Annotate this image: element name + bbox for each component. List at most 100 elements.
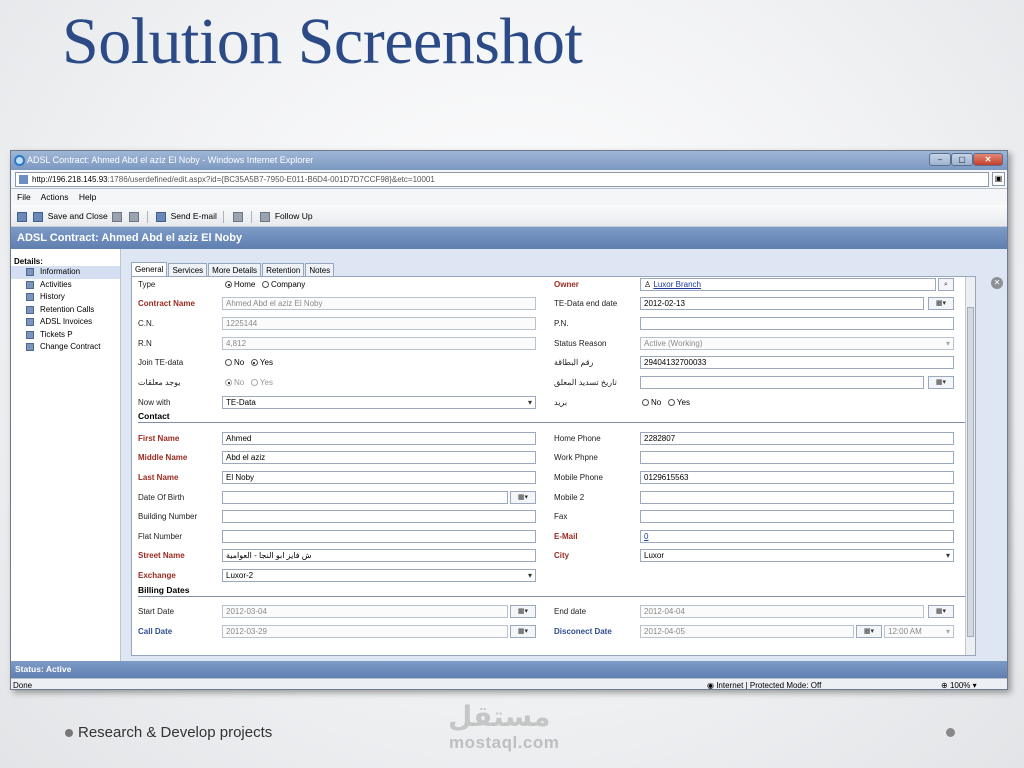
join-yes-radio[interactable] xyxy=(250,359,258,366)
follow-up-icon xyxy=(260,211,271,222)
call-date-field[interactable]: 2012-03-29 xyxy=(222,625,508,638)
home-phone-field[interactable]: 2282807 xyxy=(640,432,954,445)
calendar-icon[interactable]: ▦▾ xyxy=(928,376,954,389)
tab-general[interactable]: General xyxy=(131,262,168,277)
save-and-close-button[interactable]: Save and Close xyxy=(48,211,108,221)
information-icon xyxy=(26,268,34,276)
join-no-label: No xyxy=(234,358,245,367)
email-field[interactable]: 0 xyxy=(640,530,954,543)
close-button[interactable]: ✕ xyxy=(973,153,1003,166)
building-number-field[interactable] xyxy=(222,510,536,523)
sidebar-item-information[interactable]: Information xyxy=(11,266,120,279)
type-radio-group: Home Company xyxy=(225,280,305,289)
compatibility-view-icon[interactable]: ▣ xyxy=(992,172,1005,186)
te-data-end-date-field[interactable]: 2012-02-13 xyxy=(640,297,924,310)
arrears-yes-radio[interactable] xyxy=(250,379,258,386)
mail-yes-radio[interactable] xyxy=(667,399,675,406)
internet-explorer-icon xyxy=(14,155,25,166)
arrears-no-radio[interactable] xyxy=(225,379,232,386)
last-name-field[interactable]: El Noby xyxy=(222,471,536,484)
exchange-select[interactable]: Luxor-2 xyxy=(222,569,536,582)
save-icon[interactable] xyxy=(17,211,27,222)
cn-field[interactable]: 1225144 xyxy=(222,317,536,330)
print-icon[interactable] xyxy=(128,211,139,222)
page-icon xyxy=(19,175,28,184)
payment-date-field[interactable] xyxy=(640,376,924,389)
mobile-phone-field[interactable]: 0129615563 xyxy=(640,471,954,484)
tab-strip: General Services More Details Retention Note… xyxy=(131,262,335,277)
disconnect-time-select[interactable]: 12:00 AM xyxy=(884,625,954,638)
scrollbar-thumb[interactable] xyxy=(967,307,974,637)
send-email-icon xyxy=(156,211,167,222)
tab-services[interactable]: Services xyxy=(168,263,208,277)
tab-more-details[interactable]: More Details xyxy=(208,263,262,277)
end-date-field[interactable]: 2012-04-04 xyxy=(640,605,924,618)
date-of-birth-field[interactable] xyxy=(222,491,508,504)
type-home-radio[interactable] xyxy=(225,281,232,288)
first-name-field[interactable]: Ahmed xyxy=(222,432,536,445)
join-no-radio[interactable] xyxy=(225,359,232,366)
tab-retention[interactable]: Retention xyxy=(262,263,305,277)
disconnect-date-field[interactable]: 2012-04-05 xyxy=(640,625,854,638)
vertical-scrollbar[interactable] xyxy=(965,277,975,655)
mobile-2-field[interactable] xyxy=(640,491,954,504)
close-form-icon[interactable]: ✕ xyxy=(991,277,1003,289)
middle-name-field[interactable]: Abd el aziz xyxy=(222,451,536,464)
menu-file[interactable]: File xyxy=(17,192,31,202)
now-with-select[interactable]: TE-Data xyxy=(222,396,536,409)
city-select[interactable]: Luxor xyxy=(640,549,954,562)
zoom-level[interactable]: ⊕ 100% ▾ xyxy=(941,679,977,689)
sidebar-item-tickets[interactable]: Tickets P xyxy=(11,329,120,342)
sidebar-item-adsl-invoices[interactable]: ADSL Invoices xyxy=(11,316,120,329)
lookup-icon[interactable]: ⌕ xyxy=(938,278,954,291)
sidebar-item-activities[interactable]: Activities xyxy=(11,279,120,292)
url-field[interactable]: http://196.218.145.93:1786/userdefined/e… xyxy=(15,172,989,187)
sidebar-item-change-contract[interactable]: Change Contract xyxy=(11,341,120,354)
menu-actions[interactable]: Actions xyxy=(41,192,69,202)
invoices-icon xyxy=(26,318,34,326)
send-email-button[interactable]: Send E-mail xyxy=(171,211,217,221)
owner-lookup-field[interactable]: ♙ Luxor Branch xyxy=(640,278,936,291)
maximize-button[interactable]: ▢ xyxy=(951,153,973,166)
mail-no-radio[interactable] xyxy=(642,399,649,406)
street-name-field[interactable]: ش فايز ابو النجا - العوامية xyxy=(222,549,536,562)
menu-help[interactable]: Help xyxy=(79,192,96,202)
browser-status-bar: Done ◉ Internet | Protected Mode: Off ⊕ … xyxy=(11,678,1007,689)
home-phone-label: Home Phone xyxy=(554,434,601,443)
pn-field[interactable] xyxy=(640,317,954,330)
form-content: General Services More Details Retention Note… xyxy=(121,249,1007,661)
middle-name-label: Middle Name xyxy=(138,453,188,462)
id-number-field[interactable]: 29404132700033 xyxy=(640,356,954,369)
type-company-label: Company xyxy=(271,280,306,289)
start-date-field[interactable]: 2012-03-04 xyxy=(222,605,508,618)
type-company-radio[interactable] xyxy=(262,281,270,288)
calendar-icon[interactable]: ▦▾ xyxy=(928,297,954,310)
calendar-icon[interactable]: ▦▾ xyxy=(510,491,536,504)
owner-link[interactable]: Luxor Branch xyxy=(653,280,701,289)
calendar-icon[interactable]: ▦▾ xyxy=(510,605,536,618)
bullet-icon xyxy=(65,729,73,737)
tab-notes[interactable]: Notes xyxy=(305,263,335,277)
window-titlebar: ADSL Contract: Ahmed Abd el aziz El Noby… xyxy=(11,151,1007,170)
sidebar-section-details[interactable]: Details: xyxy=(11,249,120,266)
pn-label: P.N. xyxy=(554,319,569,328)
calendar-icon[interactable]: ▦▾ xyxy=(510,625,536,638)
work-phone-field[interactable] xyxy=(640,451,954,464)
join-te-data-label: Join TE-data xyxy=(138,358,184,367)
sidebar-item-history[interactable]: History xyxy=(11,291,120,304)
contract-name-field[interactable]: Ahmed Abd el aziz El Noby xyxy=(222,297,536,310)
calendar-icon[interactable]: ▦▾ xyxy=(928,605,954,618)
fax-field[interactable] xyxy=(640,510,954,523)
save-new-icon[interactable] xyxy=(112,211,123,222)
calendar-icon[interactable]: ▦▾ xyxy=(856,625,882,638)
follow-up-button[interactable]: Follow Up xyxy=(275,211,313,221)
sidebar-item-retention-calls[interactable]: Retention Calls xyxy=(11,304,120,317)
status-reason-select[interactable]: Active (Working) xyxy=(640,337,954,350)
attach-icon[interactable] xyxy=(232,211,243,222)
flat-number-field[interactable] xyxy=(222,530,536,543)
mail-yes-label: Yes xyxy=(676,398,690,407)
general-tab-panel: Type Home Company Contract Name Ahmed Ab… xyxy=(131,276,976,656)
rn-field[interactable]: 4,812 xyxy=(222,337,536,350)
minimize-button[interactable]: – xyxy=(929,153,951,166)
arrears-no-label: No xyxy=(234,378,245,387)
